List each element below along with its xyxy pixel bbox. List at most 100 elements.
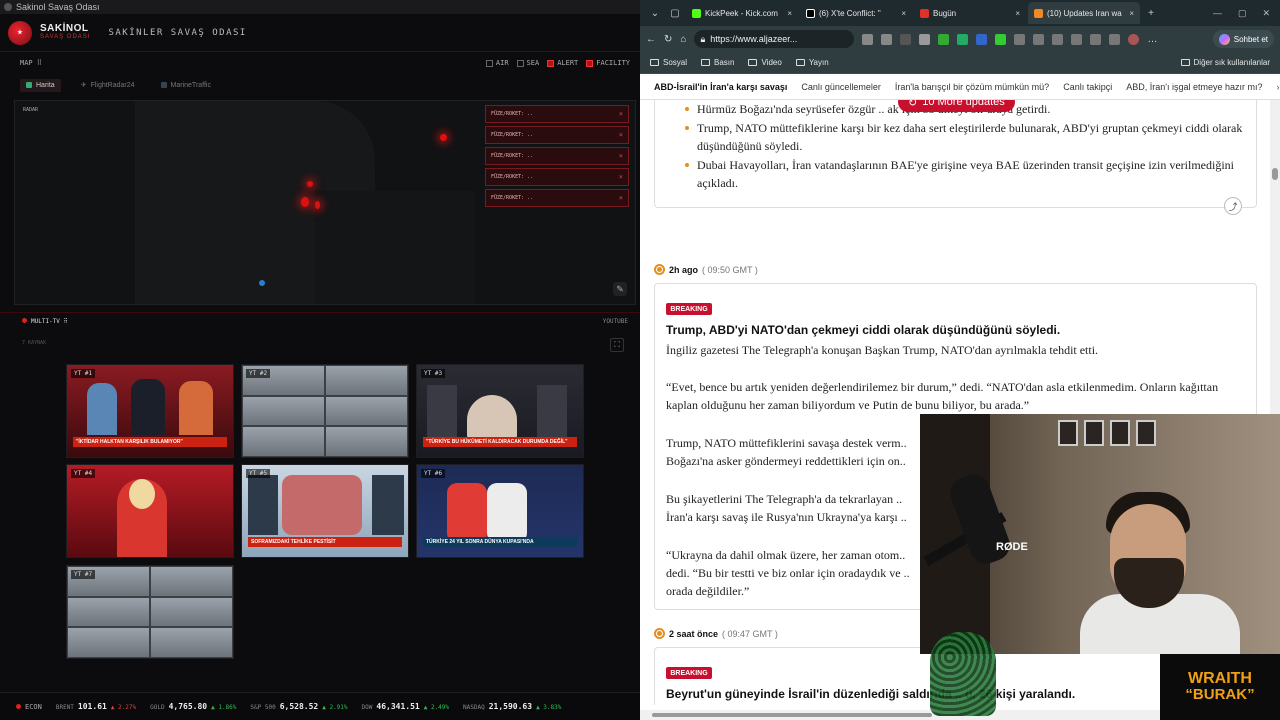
extensions-icon[interactable] [1052, 33, 1064, 45]
tab-harita[interactable]: Harita [20, 78, 61, 92]
close-icon[interactable]: × [619, 131, 623, 139]
tv-tile[interactable]: YT #6 TÜRKİYE 24 YIL SONRA DÜNYA KUPASI'… [416, 464, 584, 558]
close-icon[interactable]: × [1015, 9, 1020, 18]
more-updates-button[interactable]: ↻ 10 More updates [898, 100, 1015, 112]
folder-icon [1180, 59, 1190, 66]
folder-icon [748, 59, 758, 66]
strike-marker[interactable] [301, 197, 309, 207]
alert-item[interactable]: FÜZE/ROKET: .. × [485, 126, 629, 144]
browser-tab[interactable]: KickPeek - Kick.com × [686, 2, 798, 24]
tab-flightradar[interactable]: ✈ FlightRadar24 [75, 78, 141, 92]
browser-tab-active[interactable]: (10) Updates Iran wa × [1028, 2, 1140, 24]
tile-label: YT #2 [246, 369, 271, 378]
back-icon[interactable]: ← [646, 34, 656, 45]
alert-item[interactable]: FÜZE/ROKET: .. × [485, 105, 629, 123]
close-window-icon[interactable]: ✕ [1262, 8, 1270, 19]
refresh-icon[interactable]: ↻ [664, 34, 672, 45]
strike-marker[interactable] [307, 181, 313, 187]
filter-sea[interactable]: SEA [516, 59, 539, 67]
history-icon[interactable] [1109, 33, 1121, 45]
strike-marker[interactable] [440, 134, 447, 141]
topic-link[interactable]: Canlı takipçi [1063, 82, 1112, 92]
split-screen-icon[interactable] [1033, 33, 1045, 45]
checkbox-sea[interactable] [516, 59, 524, 67]
close-icon[interactable]: × [619, 110, 623, 118]
tile-caption: TÜRKİYE 24 YIL SONRA DÜNYA KUPASI'NDA [423, 537, 577, 547]
brand-sub: SAVAŞ ODASI [40, 33, 91, 40]
checkbox-alert[interactable] [547, 59, 555, 67]
scrollbar-thumb[interactable] [1272, 168, 1278, 180]
radar-label: RADAR [23, 107, 39, 113]
checkbox-facility[interactable] [586, 59, 594, 67]
collections-icon[interactable] [1090, 33, 1102, 45]
pencil-icon[interactable]: ✎ [613, 282, 627, 296]
green-object [930, 632, 996, 716]
strike-marker[interactable] [315, 201, 320, 209]
favorite-folder[interactable]: Yayın [795, 58, 829, 67]
share-icon[interactable]: ⤴ [1224, 197, 1242, 215]
home-icon[interactable]: ⌂ [680, 34, 686, 45]
extension-icon[interactable] [1014, 33, 1026, 45]
tv-tile[interactable]: YT #5 SOFRAMIZDAKİ TEHLİKE PESTİSİT [241, 464, 409, 558]
new-tab-icon[interactable]: + [1142, 4, 1160, 22]
radar-map[interactable]: RADAR FÜZE/ROKET: .. × FÜZE/ROKET: .. × FÜ… [14, 100, 636, 305]
browser-tab[interactable]: (6) X'te Conflict: " × [800, 2, 912, 24]
url-field[interactable]: 🔒︎ https://www.aljazeer... [694, 30, 855, 48]
more-icon[interactable]: … [1147, 34, 1157, 45]
topic-link[interactable]: ABD, İran'ı işgal etmeye hazır mı? [1126, 82, 1262, 92]
extension-icon[interactable] [938, 33, 950, 45]
alert-item[interactable]: FÜZE/ROKET: .. × [485, 189, 629, 207]
filter-air[interactable]: AIR [485, 59, 509, 67]
extension-icon[interactable] [976, 33, 988, 45]
tv-tile[interactable]: YT #2 [241, 364, 409, 458]
workspaces-icon[interactable]: ▢ [666, 4, 684, 22]
copilot-button[interactable]: Sohbet et [1212, 30, 1274, 48]
extension-icon[interactable] [919, 33, 931, 45]
browser-tabbar: ⌄ ▢ KickPeek - Kick.com × (6) X'te Confli… [640, 0, 1280, 26]
location-dot[interactable] [259, 280, 265, 286]
chevron-right-icon[interactable]: › [1277, 82, 1280, 92]
tv-tile[interactable]: YT #1 "İKTİDAR HALKTAN KARŞILIK BULAMIYO… [66, 364, 234, 458]
favorite-folder[interactable]: Sosyal [650, 58, 687, 67]
tab-marinetraffic[interactable]: MarineTraffic [155, 79, 217, 92]
address-bar-row: ← ↻ ⌂ 🔒︎ https://www.aljazeer... … Sohbe… [640, 26, 1280, 52]
fullscreen-icon[interactable]: ⛶ [610, 338, 624, 352]
browser-tab[interactable]: Bugün × [914, 2, 1026, 24]
close-icon[interactable]: × [619, 194, 623, 202]
tv-tile[interactable]: YT #7 [66, 565, 234, 659]
favorite-folder[interactable]: Video [748, 58, 782, 67]
tv-tile[interactable]: YT #3 "TÜRKİYE BU HÜKÜMETİ KALDIRACAK DU… [416, 364, 584, 458]
filter-facility[interactable]: FACILITY [586, 59, 630, 67]
avatar[interactable] [1128, 33, 1140, 45]
topic-link[interactable]: Canlı güncellemeler [801, 82, 881, 92]
tv-tile[interactable]: YT #4 [66, 464, 234, 558]
topic-link[interactable]: ABD-İsrail'in İran'a karşı savaşı [654, 82, 787, 92]
tile-label: YT #7 [71, 570, 96, 579]
close-icon[interactable]: × [901, 9, 906, 18]
alert-item[interactable]: FÜZE/ROKET: .. × [485, 168, 629, 186]
scrollbar-thumb[interactable] [652, 713, 932, 717]
alert-item[interactable]: FÜZE/ROKET: .. × [485, 147, 629, 165]
tile-label: YT #5 [246, 469, 271, 478]
close-icon[interactable]: × [1129, 9, 1134, 18]
checkbox-air[interactable] [485, 59, 493, 67]
breaking-badge: BREAKING [666, 667, 712, 679]
filter-alert[interactable]: ALERT [547, 59, 578, 67]
close-icon[interactable]: × [619, 152, 623, 160]
tab-actions-icon[interactable]: ⌄ [646, 4, 664, 22]
minimize-icon[interactable]: — [1213, 8, 1222, 19]
read-aloud-icon[interactable] [862, 33, 874, 45]
extension-icon[interactable] [957, 33, 969, 45]
extension-icon[interactable] [900, 33, 912, 45]
favorite-star-icon[interactable] [881, 33, 893, 45]
other-favorites[interactable]: Diğer sık kullanılanlar [1180, 58, 1270, 67]
copilot-icon [1218, 33, 1230, 45]
favorite-folder[interactable]: Basın [701, 58, 734, 67]
close-icon[interactable]: × [619, 173, 623, 181]
close-icon[interactable]: × [787, 9, 792, 18]
favorites-icon[interactable] [1071, 33, 1083, 45]
plane-icon: ✈ [80, 82, 87, 89]
maximize-icon[interactable]: ▢ [1238, 8, 1247, 19]
extension-icon[interactable] [995, 33, 1007, 45]
topic-link[interactable]: İran'la barışçıl bir çözüm mümkün mü? [895, 82, 1049, 92]
